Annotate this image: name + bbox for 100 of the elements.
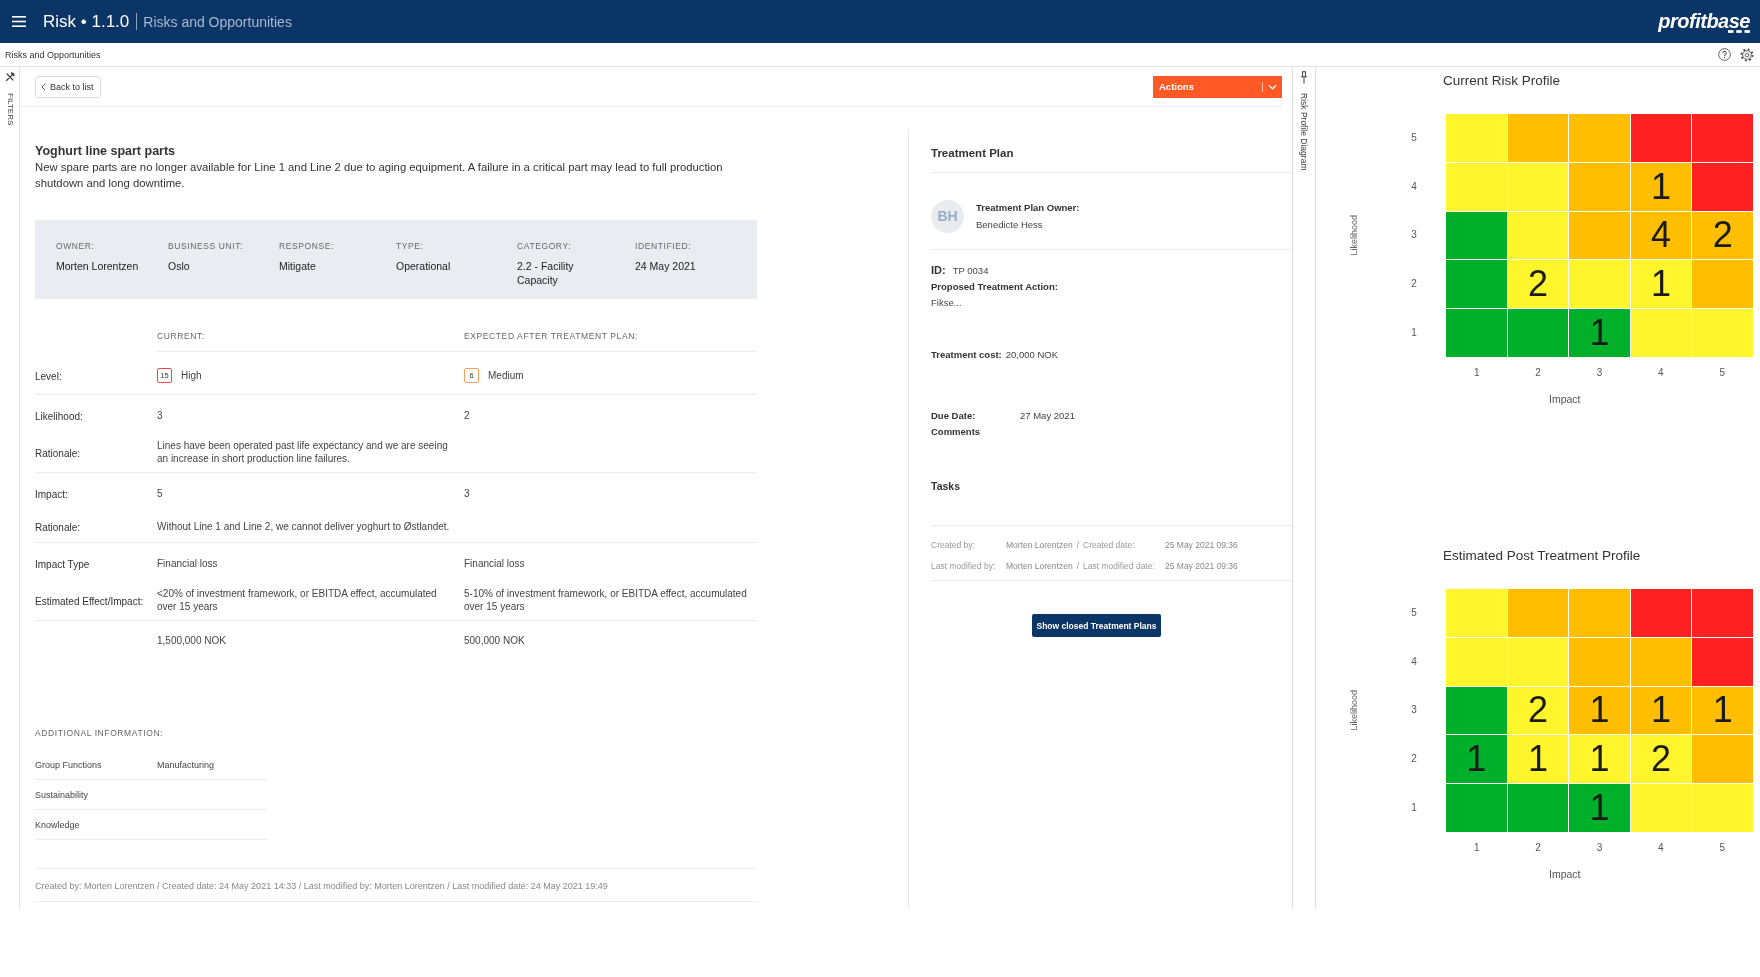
assessment-value: Financial loss: [464, 556, 525, 570]
axis-tick-label: 4: [1658, 841, 1664, 855]
axis-tick-label: 2: [1535, 366, 1541, 380]
axis-tick-label: 4: [1411, 179, 1417, 194]
audit-label: Created date:: [1083, 539, 1136, 552]
pin-icon[interactable]: [1300, 71, 1308, 84]
assessment-value: 3: [464, 486, 470, 500]
id-value: TP 0034: [952, 264, 989, 278]
section-heading: ADDITIONAL INFORMATION:: [35, 727, 164, 740]
risk-cell: 1: [1569, 309, 1630, 357]
audit-value: 25 May 2021 09:36: [1165, 560, 1238, 573]
pin-icon[interactable]: [4, 72, 15, 82]
field-value: 24 May 2021: [635, 259, 696, 273]
chart-title: Current Risk Profile: [1443, 73, 1561, 88]
risk-cell: 1: [1569, 686, 1630, 735]
field-value: Mitigate: [279, 259, 316, 273]
chevron-left-icon: [41, 82, 46, 91]
field-label: RESPONSE:: [279, 240, 334, 253]
info-label: Knowledge: [35, 819, 80, 830]
axis-tick-label: 1: [1411, 800, 1417, 815]
column-heading: CURRENT:: [157, 331, 205, 341]
axis-title: Impact: [1549, 393, 1581, 405]
audit-separator: /: [1076, 539, 1079, 552]
back-button[interactable]: Back to list: [35, 75, 101, 98]
assessment-value: <20% of investment framework, or EBITDA effect, accumulated over 15 years: [157, 587, 438, 613]
risk-cell: 1: [1630, 162, 1692, 211]
action-label: Proposed Treatment Action:: [931, 280, 1058, 294]
cost-label: Treatment cost:: [931, 348, 1002, 362]
axis-title: Likelihood: [1348, 690, 1360, 731]
axis-tick-label: 3: [1596, 841, 1603, 855]
axis-tick-label: 1: [1411, 325, 1417, 340]
assessment-value: 5: [157, 486, 163, 500]
axis-title: Impact: [1549, 868, 1581, 880]
info-label: Sustainability: [35, 789, 89, 800]
assessment-value: 500,000 NOK: [464, 633, 525, 647]
field-value: Operational: [396, 259, 451, 273]
axis-tick-label: 1: [1473, 366, 1480, 380]
risk-cell: 1: [1630, 260, 1692, 309]
audit-label: Last modified date:: [1083, 560, 1156, 573]
field-label: CATEGORY:: [517, 240, 572, 253]
axis-tick-label: 2: [1411, 752, 1417, 767]
axis-title: Likelihood: [1348, 215, 1360, 256]
breadcrumb[interactable]: Risks and Opportunities: [5, 49, 101, 60]
axis-tick-label: 1: [1473, 841, 1480, 855]
info-label: Group Functions: [35, 759, 102, 770]
assessment-value: 1,500,000 NOK: [157, 633, 226, 647]
risk-cell: 1: [1507, 735, 1569, 784]
risk-cell: 1: [1630, 686, 1692, 735]
audit-label: Created by:: [931, 539, 976, 552]
due-date-label: Due Date:: [931, 410, 976, 421]
field-label: BUSINESS UNIT:: [168, 240, 243, 253]
row-label: Estimated Effect/Impact:: [35, 596, 144, 607]
risk-title: Yoghurt line spart parts: [35, 143, 177, 159]
row-label: Rationale:: [35, 448, 81, 459]
axis-tick-label: 3: [1411, 228, 1417, 243]
show-closed-button[interactable]: Show closed Treatment Plans: [1031, 614, 1162, 637]
row-label: Impact:: [35, 489, 68, 500]
chevron-down-icon: [1268, 83, 1277, 90]
owner-name: Benedicte Hess: [976, 218, 1043, 232]
audit-value: Morten Lorentzen: [1006, 560, 1073, 573]
level-text: High: [181, 369, 202, 381]
audit-text: Created by: Morten Lorentzen / Created date: 24 May 2021 14:33 / Last modified by: Morten Lorentzen / Last modified date: 24 May 2021 19:49: [35, 881, 608, 891]
owner-avatar: BH: [931, 199, 964, 233]
risk-cell: 2: [1507, 686, 1569, 735]
level-text: Medium: [488, 369, 524, 381]
due-date-value: 27 May 2021: [1020, 409, 1075, 423]
risk-cell: 1: [1569, 735, 1630, 784]
axis-tick-label: 4: [1658, 366, 1664, 380]
row-label: Rationale:: [35, 522, 81, 533]
audit-separator: /: [1076, 560, 1079, 573]
risk-cell: 4: [1630, 211, 1692, 260]
section-title: Treatment Plan: [931, 147, 1014, 159]
axis-tick-label: 5: [1411, 131, 1417, 146]
assessment-value: 3: [157, 408, 163, 422]
action-value: Fikse...: [931, 296, 962, 310]
risk-cell: 1: [1692, 686, 1753, 735]
audit-value: Morten Lorentzen: [1006, 539, 1073, 552]
settings-icon[interactable]: [1740, 47, 1754, 62]
audit-label: Last modified by:: [931, 560, 997, 573]
risk-profile-diagram-tab[interactable]: Risk Profile Diagram: [1299, 93, 1309, 171]
owner-label: Treatment Plan Owner:: [976, 201, 1080, 215]
tasks-heading: Tasks: [931, 479, 960, 494]
risk-cell: 2: [1630, 735, 1692, 784]
risk-cell: 2: [1692, 211, 1753, 260]
axis-tick-label: 2: [1535, 841, 1541, 855]
row-label: Likelihood:: [35, 411, 83, 422]
field-label: OWNER:: [56, 240, 95, 253]
assessment-value: 5-10% of investment framework, or EBITDA effect, accumulated over 15 years: [464, 587, 748, 613]
filters-tab[interactable]: FILTERS: [4, 93, 15, 126]
assessment-value: Lines have been operated past life expectancy and we are seeing an increase in short production line failures.: [157, 439, 449, 465]
field-label: IDENTIFIED:: [635, 240, 692, 253]
assessment-value: Without Line 1 and Line 2, we cannot deliver yoghurt to Østlandet.: [157, 519, 450, 533]
menu-icon[interactable]: [12, 16, 26, 27]
help-icon[interactable]: [1718, 48, 1731, 61]
field-value: Morten Lorentzen: [56, 259, 139, 273]
axis-tick-label: 3: [1411, 703, 1417, 718]
logo-dashes-icon: [1728, 29, 1750, 33]
risk-cell: 1: [1569, 784, 1630, 832]
field-value: Oslo: [168, 259, 190, 273]
app-title: Risk • 1.1.0: [43, 11, 130, 32]
